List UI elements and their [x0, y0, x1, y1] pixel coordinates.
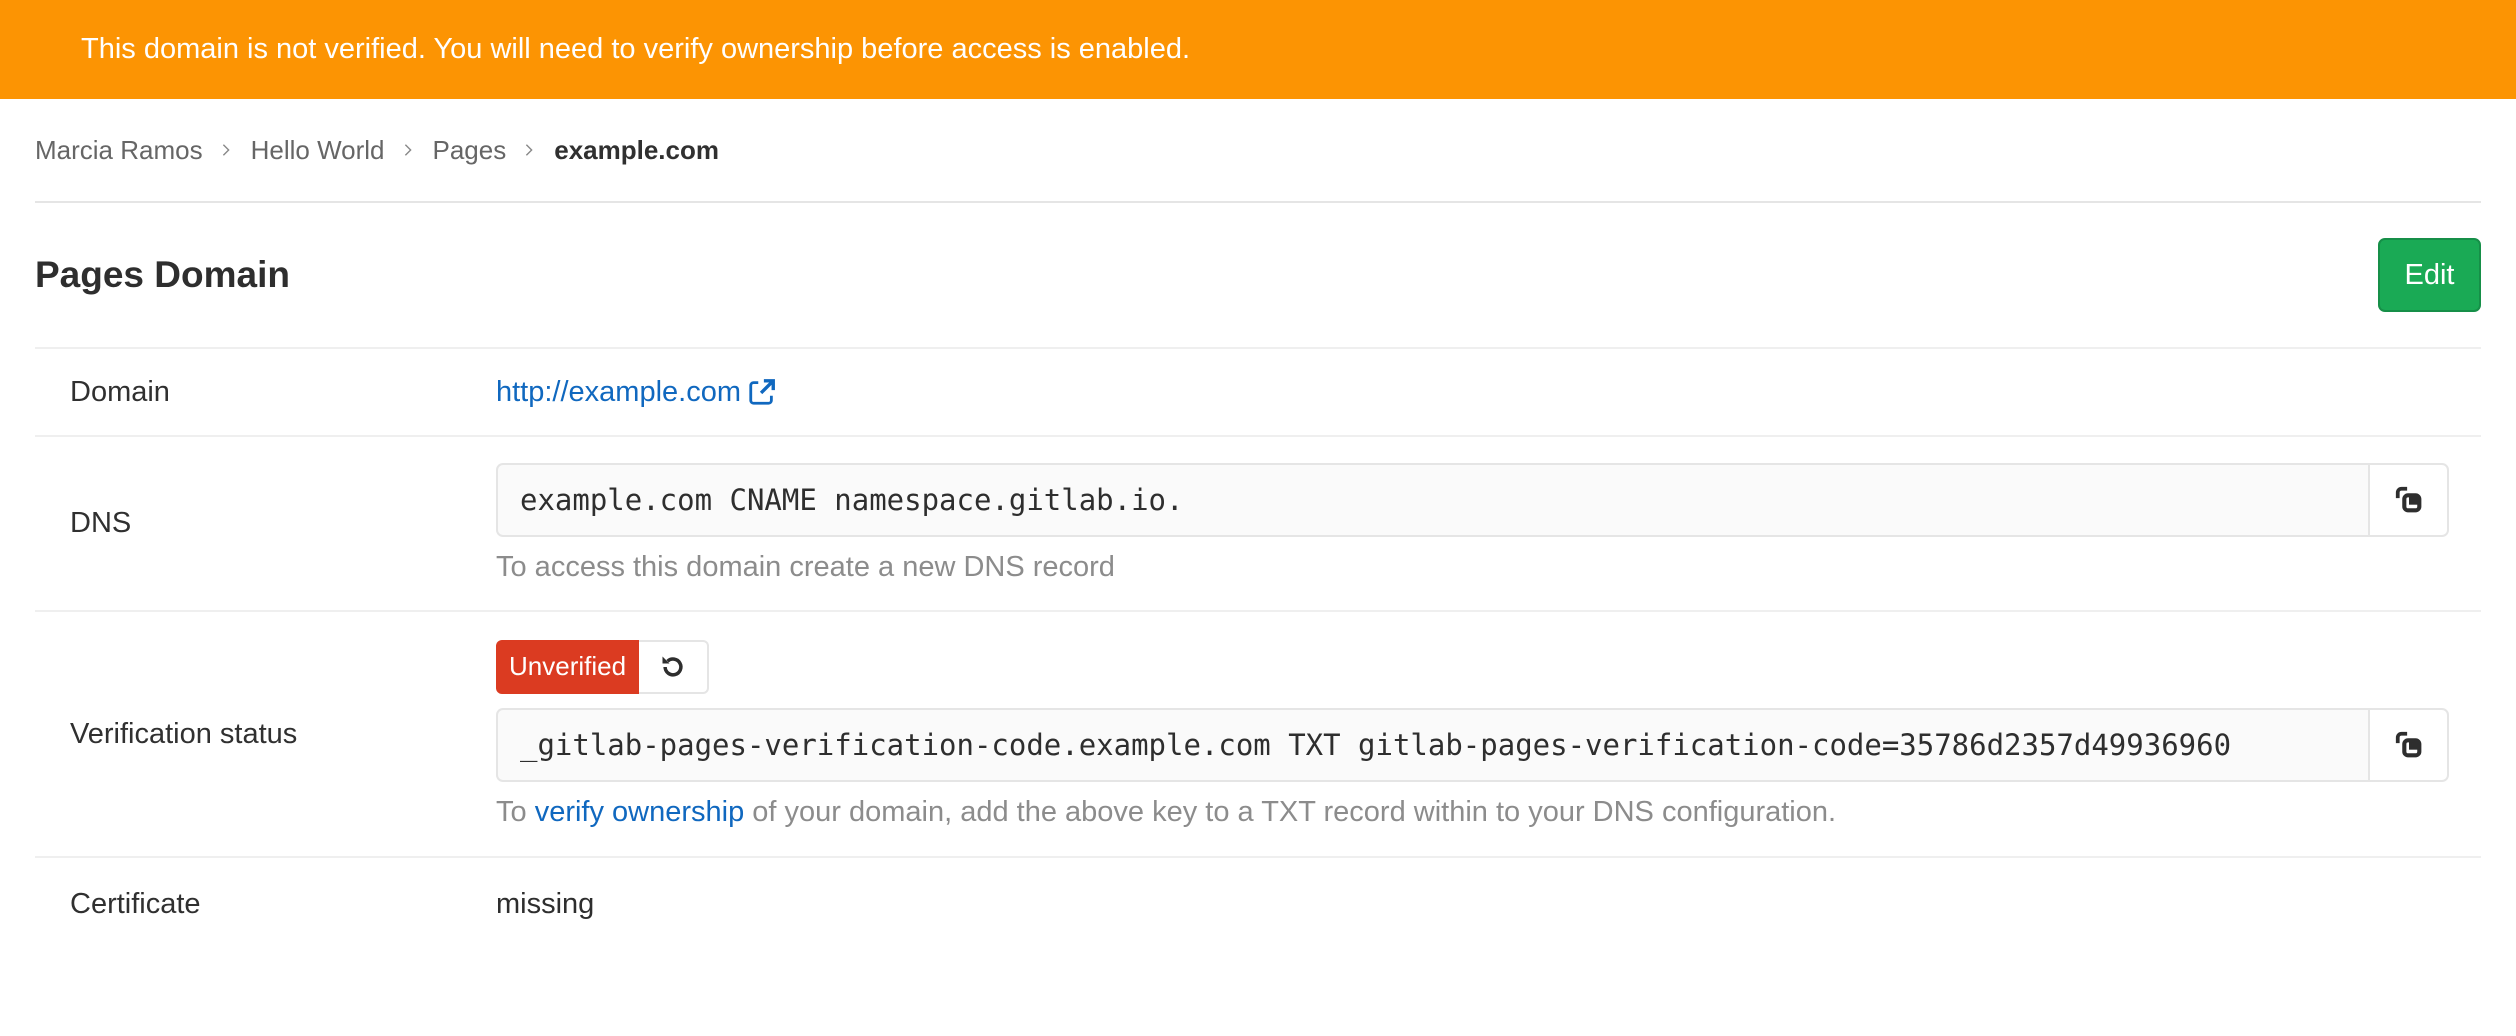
unverified-domain-alert: This domain is not verified. You will ne… [0, 0, 2516, 99]
domain-link-text: http://example.com [496, 375, 741, 408]
certificate-row: Certificate missing [35, 858, 2481, 950]
certificate-value: missing [496, 887, 595, 920]
copy-verification-record-button[interactable] [2368, 707, 2449, 782]
copy-to-clipboard-icon [2395, 486, 2421, 513]
retry-icon [662, 656, 683, 676]
external-link-icon [749, 379, 775, 405]
domain-label: Domain [70, 375, 170, 408]
main-content: Marcia Ramos Hello World Pages example.c… [0, 99, 2516, 950]
retry-verification-button[interactable] [639, 639, 710, 694]
page-header: Pages Domain Edit [35, 203, 2481, 349]
dns-row: DNS example.com CNAME namespace.gitlab.i… [35, 437, 2481, 612]
breadcrumb: Marcia Ramos Hello World Pages example.c… [35, 99, 2481, 203]
verify-ownership-link[interactable]: verify ownership [535, 796, 745, 828]
edit-button[interactable]: Edit [2378, 238, 2481, 312]
copy-dns-record-button[interactable] [2368, 463, 2449, 537]
domain-row: Domain http://example.com [35, 349, 2481, 437]
copy-to-clipboard-icon [2395, 731, 2421, 757]
status-badge: Unverified [496, 639, 640, 694]
dns-label: DNS [70, 507, 132, 539]
domain-link[interactable]: http://example.com [496, 376, 2481, 409]
chevron-right-icon [401, 143, 415, 157]
dns-record-input[interactable]: example.com CNAME namespace.gitlab.io. [496, 463, 2368, 537]
breadcrumb-item-user[interactable]: Marcia Ramos [35, 135, 203, 166]
help-suffix: of your domain, add the above key to a T… [744, 795, 1837, 828]
breadcrumb-item-project[interactable]: Hello World [251, 135, 385, 166]
chevron-right-icon [522, 143, 536, 157]
help-prefix: To [496, 795, 535, 828]
verification-label: Verification status [70, 717, 298, 750]
page-title: Pages Domain [35, 254, 290, 295]
verification-record-group: _gitlab-pages-verification-code.example.… [496, 707, 2449, 782]
chevron-right-icon [219, 143, 233, 157]
verification-help-text: To verify ownership of your domain, add … [496, 796, 2481, 829]
verification-row: Verification status Unverified _gitlab-p… [35, 612, 2481, 858]
dns-help-text: To access this domain create a new DNS r… [496, 551, 1115, 583]
dns-record-group: example.com CNAME namespace.gitlab.io. [496, 463, 2449, 537]
breadcrumb-item-current[interactable]: example.com [554, 135, 719, 166]
verification-status-group: Unverified [496, 639, 2481, 694]
alert-message: This domain is not verified. You will ne… [81, 33, 1191, 65]
verification-record-input[interactable]: _gitlab-pages-verification-code.example.… [496, 707, 2368, 782]
certificate-label: Certificate [70, 887, 201, 920]
breadcrumb-item-pages[interactable]: Pages [433, 135, 507, 166]
